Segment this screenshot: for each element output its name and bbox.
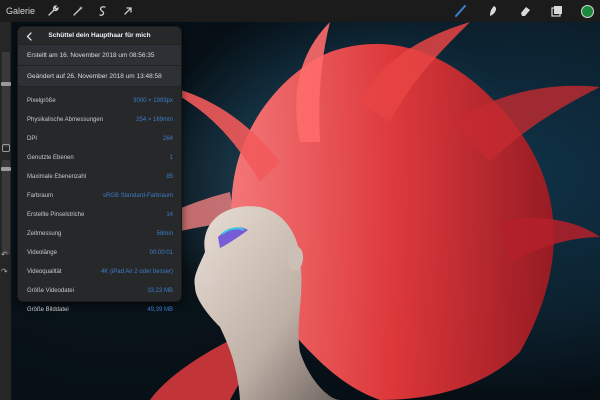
info-row-max-layers: Maximale Ebenenzahl 85 xyxy=(18,167,181,186)
row-label: Größe Videodatei xyxy=(27,287,74,294)
row-label: Maximale Ebenenzahl xyxy=(27,173,87,180)
modified-date: Geändert auf 26. November 2018 um 13:48:… xyxy=(18,66,181,87)
left-sidebar: ↶ ↷ xyxy=(0,22,12,400)
row-label: Videoqualität xyxy=(27,268,62,275)
row-value: 264 xyxy=(162,135,173,142)
row-label: Pixelgröße xyxy=(27,97,56,104)
created-date: Erstellt am 16. November 2018 um 08:56:3… xyxy=(18,45,181,66)
color-sample-square[interactable] xyxy=(2,144,10,152)
redo-icon[interactable]: ↷ xyxy=(1,267,8,276)
popover-header: Schüttel dein Hauptha­ar für mich xyxy=(18,27,181,45)
opacity-slider[interactable] xyxy=(2,160,10,255)
gallery-button[interactable]: Galerie xyxy=(6,6,35,16)
row-value: 33,23 MB xyxy=(147,287,173,294)
opacity-handle[interactable] xyxy=(1,167,11,171)
info-row-used-layers: Genutzte Ebenen 1 xyxy=(18,148,181,167)
info-row-brush-strokes: Erstellte Pinselstriche 14 xyxy=(18,205,181,224)
magic-wand-icon[interactable] xyxy=(70,3,86,19)
row-label: Erstellte Pinselstriche xyxy=(27,211,85,218)
back-icon[interactable] xyxy=(24,30,34,42)
info-row-image-file-size: Größe Bilddatei 49,39 MB xyxy=(18,300,181,319)
smudge-icon[interactable] xyxy=(485,3,501,19)
info-row-color-space: Farbraum sRGB Standard-Farbraum xyxy=(18,186,181,205)
row-value: 254 × 169mm xyxy=(136,116,173,123)
brush-icon[interactable] xyxy=(453,3,469,19)
transform-arrow-icon[interactable] xyxy=(120,3,136,19)
row-value: 14 xyxy=(166,211,173,218)
row-label: Genutzte Ebenen xyxy=(27,154,74,161)
row-label: Videolänge xyxy=(27,249,57,256)
row-label: Physikalische Abmessungen xyxy=(27,116,104,123)
info-row-dpi: DPI 264 xyxy=(18,129,181,148)
row-value: 3000 × 1993px xyxy=(133,97,173,104)
info-rows: Pixelgröße 3000 × 1993px Physikalische Ab… xyxy=(18,91,181,319)
row-value: 85 xyxy=(166,173,173,180)
row-label: Zeitmessung xyxy=(27,230,62,237)
eraser-icon[interactable] xyxy=(517,3,533,19)
row-value: 4K (iPad Air 2 oder besser) xyxy=(100,268,173,275)
info-row-physical-size: Physikalische Abmessungen 254 × 169mm xyxy=(18,110,181,129)
row-value: 1 xyxy=(169,154,173,161)
popover-title: Schüttel dein Hauptha­ar für mich xyxy=(48,32,151,39)
info-row-video-file-size: Größe Videodatei 33,23 MB xyxy=(18,281,181,300)
color-picker-button[interactable] xyxy=(581,4,594,18)
row-label: DPI xyxy=(27,135,38,142)
row-label: Farbraum xyxy=(27,192,54,199)
canvas-info-popover: Schüttel dein Hauptha­ar für mich Erstel… xyxy=(17,26,182,313)
top-toolbar: Galerie xyxy=(0,0,600,22)
layers-icon[interactable] xyxy=(549,3,565,19)
tool-group xyxy=(453,0,600,22)
row-label: Größe Bilddatei xyxy=(27,306,69,313)
brush-size-handle[interactable] xyxy=(1,82,11,86)
brush-size-slider[interactable] xyxy=(2,52,10,147)
row-value: 49,39 MB xyxy=(147,306,173,313)
wrench-icon[interactable] xyxy=(45,3,61,19)
selection-icon[interactable] xyxy=(95,3,111,19)
info-row-video-quality: Videoqualität 4K (iPad Air 2 oder besser) xyxy=(18,262,181,281)
row-value: 00:00:01 xyxy=(149,249,173,256)
undo-icon[interactable]: ↶ xyxy=(1,250,8,259)
info-row-pixel-size: Pixelgröße 3000 × 1993px xyxy=(18,91,181,110)
info-row-tracked-time: Zeitmessung 58min xyxy=(18,224,181,243)
row-value: sRGB Standard-Farbraum xyxy=(102,192,173,199)
info-row-video-length: Videolänge 00:00:01 xyxy=(18,243,181,262)
row-value: 58min xyxy=(156,230,173,237)
